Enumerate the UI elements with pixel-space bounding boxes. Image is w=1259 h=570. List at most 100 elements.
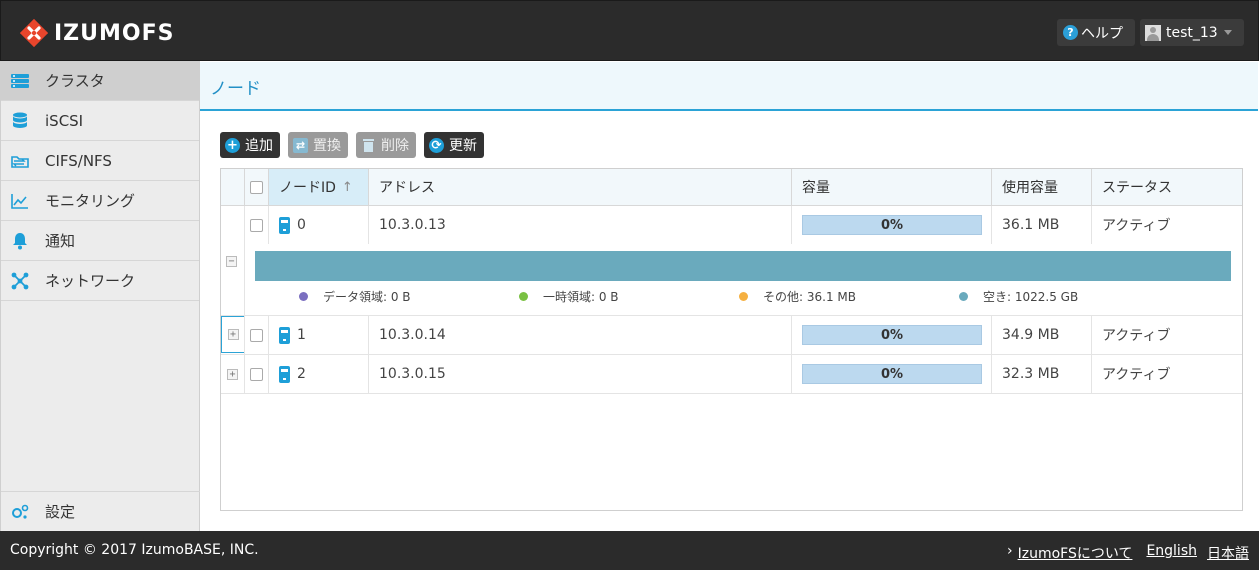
legend-free: 空き: 1022.5 GB — [959, 288, 1078, 305]
help-icon: ? — [1063, 25, 1078, 40]
logo-mark-icon — [20, 19, 48, 47]
delete-button[interactable]: 削除 — [356, 132, 416, 158]
sidebar-item-cluster[interactable]: クラスタ — [1, 61, 199, 101]
expand-toggle[interactable]: + — [221, 316, 245, 353]
address-cell: 10.3.0.15 — [369, 355, 792, 393]
replace-label: 置換 — [313, 138, 341, 154]
node-icon — [279, 326, 290, 344]
legend-dot-icon — [519, 292, 528, 301]
address-cell: 10.3.0.13 — [369, 206, 792, 244]
database-icon — [11, 112, 29, 130]
user-name: test_13 — [1166, 24, 1218, 41]
app-footer: Copyright © 2017 IzumoBASE, INC. › Izumo… — [0, 531, 1259, 570]
user-menu-button[interactable]: test_13 — [1140, 19, 1244, 46]
sidebar-item-cifs-nfs[interactable]: CIFS/NFS — [1, 141, 199, 181]
sidebar: クラスタ iSCSI CIFS/NFS モニタリング 通知 ネットワーク 設定 — [0, 61, 200, 531]
izumofs-logo[interactable]: IZUMOFS — [20, 18, 174, 48]
sidebar-item-network[interactable]: ネットワーク — [1, 261, 199, 301]
legend-dot-icon — [299, 292, 308, 301]
english-link[interactable]: English — [1146, 543, 1197, 563]
sidebar-item-settings[interactable]: 設定 — [1, 491, 200, 531]
select-all-header — [245, 169, 269, 206]
row-checkbox-cell — [245, 206, 269, 244]
collapse-toggle[interactable]: − — [226, 256, 237, 267]
toolbar: + 追加 ⇄ 置換 削除 ⟳ 更新 — [220, 132, 492, 158]
plus-icon: + — [225, 137, 240, 153]
select-all-checkbox[interactable] — [250, 180, 263, 194]
sidebar-item-label: CIFS/NFS — [45, 151, 112, 170]
node-icon — [279, 365, 290, 383]
japanese-link[interactable]: 日本語 — [1207, 543, 1249, 563]
footer-links: › IzumoFSについて English 日本語 — [1007, 543, 1249, 563]
help-button[interactable]: ? ヘルプ — [1057, 19, 1135, 46]
column-header-capacity[interactable]: 容量 — [792, 169, 992, 206]
bell-icon — [11, 232, 29, 250]
status-cell: アクティブ — [1102, 367, 1171, 383]
node-id-cell: 1 — [269, 316, 369, 354]
legend-data-area: データ領域: 0 B — [299, 288, 411, 305]
logo-text: IZUMOFS — [54, 20, 175, 46]
storage-usage-bar — [255, 251, 1231, 281]
sidebar-item-label: 設定 — [45, 503, 76, 521]
sidebar-item-label: 通知 — [45, 232, 76, 250]
sidebar-item-label: ネットワーク — [45, 272, 136, 290]
capacity-bar: 0% — [802, 364, 982, 384]
column-header-used[interactable]: 使用容量 — [992, 169, 1092, 206]
help-label: ヘルプ — [1081, 25, 1123, 42]
status-cell: アクティブ — [1102, 328, 1171, 344]
legend-dot-icon — [739, 292, 748, 301]
sidebar-item-label: クラスタ — [45, 72, 105, 90]
chevron-down-icon — [1223, 30, 1232, 35]
sidebar-item-iscsi[interactable]: iSCSI — [1, 101, 199, 141]
network-icon — [11, 272, 29, 290]
page-title-bar: ノード — [200, 62, 1258, 111]
sidebar-item-notification[interactable]: 通知 — [1, 221, 199, 261]
add-label: 追加 — [245, 138, 273, 154]
column-header-node-id[interactable]: ノードID ↑ — [269, 169, 369, 206]
status-cell: アクティブ — [1102, 218, 1171, 234]
row-checkbox-cell — [245, 316, 269, 354]
replace-icon: ⇄ — [293, 137, 308, 153]
capacity-cell: 0% — [792, 206, 992, 244]
app-header: IZUMOFS ? ヘルプ test_13 — [0, 0, 1259, 61]
column-header-status[interactable]: ステータス — [1092, 169, 1242, 206]
server-icon — [11, 72, 29, 90]
page-title: ノード — [210, 79, 261, 99]
minus-icon: − — [226, 256, 237, 267]
node-icon — [279, 216, 290, 234]
replace-button[interactable]: ⇄ 置換 — [288, 132, 348, 158]
refresh-label: 更新 — [449, 138, 477, 154]
refresh-icon: ⟳ — [429, 137, 444, 153]
sidebar-item-monitoring[interactable]: モニタリング — [1, 181, 199, 221]
row-checkbox[interactable] — [250, 328, 263, 342]
chart-line-icon — [11, 192, 29, 210]
capacity-bar: 0% — [802, 325, 982, 345]
delete-label: 削除 — [381, 138, 409, 154]
legend-other: その他: 36.1 MB — [739, 288, 856, 305]
expander-header — [221, 169, 245, 206]
capacity-bar: 0% — [802, 215, 982, 235]
used-cell: 34.9 MB — [992, 316, 1092, 354]
address-cell: 10.3.0.14 — [369, 316, 792, 354]
used-cell: 36.1 MB — [992, 206, 1092, 244]
gear-icon — [11, 503, 29, 521]
capacity-cell: 0% — [792, 316, 992, 354]
legend-dot-icon — [959, 292, 968, 301]
node-id-cell: 2 — [269, 355, 369, 393]
legend-temp-area: 一時領域: 0 B — [519, 288, 619, 305]
add-button[interactable]: + 追加 — [220, 132, 280, 158]
folder-share-icon — [11, 152, 29, 170]
node-table: ノードID ↑ アドレス 容量 使用容量 ステータス 0 10.3.0.13 0… — [220, 168, 1243, 511]
plus-icon: + — [227, 329, 239, 340]
row-checkbox[interactable] — [250, 367, 263, 381]
column-header-address[interactable]: アドレス — [369, 169, 792, 206]
trash-icon — [361, 138, 376, 153]
sidebar-item-label: iSCSI — [45, 111, 84, 130]
row-checkbox[interactable] — [250, 218, 263, 232]
used-cell: 32.3 MB — [992, 355, 1092, 393]
refresh-button[interactable]: ⟳ 更新 — [424, 132, 484, 158]
about-link[interactable]: IzumoFSについて — [1018, 543, 1133, 563]
expand-toggle[interactable]: + — [221, 355, 245, 393]
row-checkbox-cell — [245, 355, 269, 393]
column-divider — [244, 206, 245, 394]
